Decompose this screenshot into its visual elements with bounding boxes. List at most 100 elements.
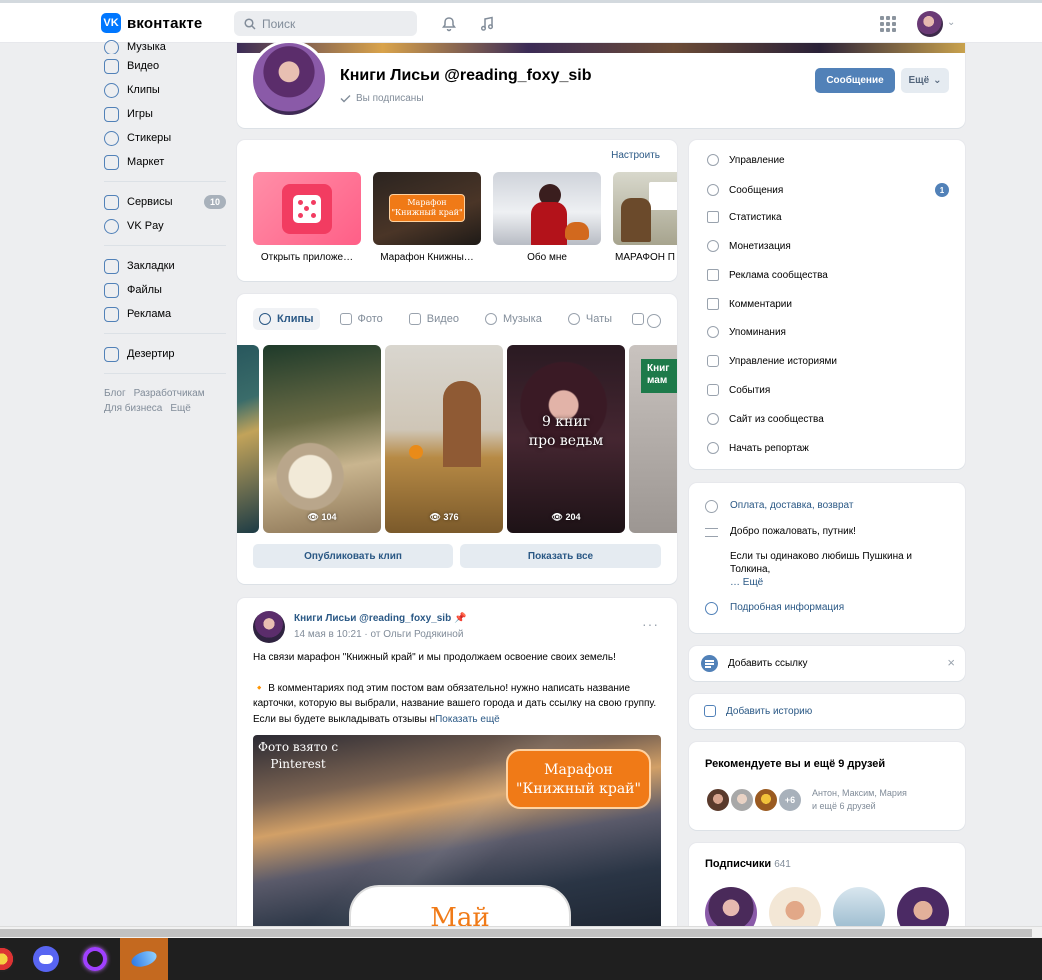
app-tile[interactable]: Обо мне xyxy=(493,172,601,263)
nav-label: Маркет xyxy=(127,156,165,168)
add-story-card[interactable]: Добавить историю xyxy=(689,694,965,729)
menu-item-events[interactable]: События xyxy=(707,384,949,396)
menu-item-monetization[interactable]: Монетизация xyxy=(707,240,949,252)
nav-footer: Блог Разработчикам Для бизнеса Ещё xyxy=(104,386,226,416)
bell-icon[interactable] xyxy=(438,13,460,35)
tab-more[interactable] xyxy=(632,308,645,330)
image-caption: Фото взято с Pinterest xyxy=(258,740,339,771)
subscribed-status[interactable]: Вы подписаны xyxy=(340,93,424,104)
taskbar-active-app-icon[interactable] xyxy=(120,938,168,980)
search-input[interactable]: Поиск xyxy=(234,11,417,36)
search-icon xyxy=(244,17,256,30)
menu-item-manage[interactable]: Управление xyxy=(707,154,949,166)
show-more-link[interactable]: … Ещё xyxy=(730,576,953,589)
shopping-bag-icon xyxy=(104,154,119,170)
recommend-card: Рекомендуете вы и ещё 9 друзей +6 Антон,… xyxy=(689,742,965,830)
discord-icon[interactable] xyxy=(22,938,70,980)
menu-item-site[interactable]: Сайт из сообщества xyxy=(707,413,949,425)
nav-item-services[interactable]: Сервисы 10 xyxy=(104,190,226,214)
subscribers-title[interactable]: Подписчики 641 xyxy=(705,858,791,870)
apps-grid-icon[interactable] xyxy=(880,16,896,32)
clip-item[interactable] xyxy=(237,345,259,533)
os-taskbar xyxy=(0,938,1042,980)
post-author-avatar[interactable] xyxy=(253,611,285,643)
clip-item[interactable]: 👁 104 xyxy=(263,345,381,533)
nav-item-clips[interactable]: Клипы xyxy=(104,78,226,102)
menu-item-stories[interactable]: Управление историями xyxy=(707,355,949,367)
menu-item-comments[interactable]: Комментарии xyxy=(707,298,949,310)
nav-item-vkpay[interactable]: VK Pay xyxy=(104,214,226,238)
add-link-card[interactable]: Добавить ссылку × xyxy=(689,646,965,681)
message-button[interactable]: Сообщение xyxy=(815,68,895,93)
greeting: Добро пожаловать, путник! xyxy=(730,526,856,537)
app-tile[interactable]: МАРАФОН П xyxy=(613,172,677,263)
vk-logo[interactable]: VK вконтакте xyxy=(101,13,202,33)
music-note-icon[interactable] xyxy=(476,13,498,35)
friend-avatar[interactable] xyxy=(705,787,731,813)
nav-item-market[interactable]: Маркет xyxy=(104,150,226,174)
user-avatar[interactable] xyxy=(917,11,943,37)
post-author[interactable]: Книги Лисьи @reading_foxy_sib 📌 xyxy=(294,613,466,624)
nav-item-stickers[interactable]: Стикеры xyxy=(104,126,226,150)
scrollbar-thumb[interactable] xyxy=(0,929,1032,937)
nav-item-bookmarks[interactable]: Закладки xyxy=(104,254,226,278)
nav-item-files[interactable]: Файлы xyxy=(104,278,226,302)
clip-item[interactable]: 👁 376 xyxy=(385,345,503,533)
nav-item-music[interactable]: Музыка xyxy=(104,40,226,54)
menu-item-ads[interactable]: Реклама сообщества xyxy=(707,269,949,281)
tab-clips[interactable]: Клипы xyxy=(253,308,320,330)
show-more-link[interactable]: Показать ещё xyxy=(435,714,500,725)
info-delivery[interactable]: Оплата, доставка, возврат xyxy=(705,499,953,513)
clips-icon xyxy=(259,313,271,325)
nav-item-video[interactable]: Видео xyxy=(104,54,226,78)
publish-clip-button[interactable]: Опубликовать клип xyxy=(253,544,453,568)
footer-link-more[interactable]: Ещё xyxy=(170,403,190,414)
clip-item[interactable]: 9 книг про ведьм 👁 204 xyxy=(507,345,625,533)
diamond-emoji-icon: 🔸 xyxy=(253,682,266,694)
nav-item-ads[interactable]: Реклама xyxy=(104,302,226,326)
post-text: На связи марафон "Книжный край" и мы про… xyxy=(253,650,663,727)
post-date[interactable]: 14 мая в 10:21 · от Ольги Родякиной xyxy=(294,629,463,640)
friends-more-badge[interactable]: +6 xyxy=(777,787,803,813)
tab-video[interactable]: Видео xyxy=(403,308,465,330)
friend-avatar[interactable] xyxy=(729,787,755,813)
messages-badge: 1 xyxy=(935,183,949,197)
cover-image xyxy=(237,43,965,53)
tab-photos[interactable]: Фото xyxy=(334,308,389,330)
subscribers-count: 641 xyxy=(774,859,791,870)
nav-divider xyxy=(104,245,226,246)
app-tile[interactable]: Открыть приложе… xyxy=(253,172,361,263)
footer-link-dev[interactable]: Разработчикам xyxy=(134,388,205,399)
nav-item-deserter[interactable]: Дезертир xyxy=(104,342,226,366)
show-all-button[interactable]: Показать все xyxy=(460,544,661,568)
browser-ring-icon[interactable] xyxy=(71,938,119,980)
menu-label: Статистика xyxy=(729,211,782,223)
footer-link-blog[interactable]: Блог xyxy=(104,388,126,399)
app-tile[interactable]: Марафон "Книжный край" Марафон Книжны… xyxy=(373,172,481,263)
tab-chats[interactable]: Чаты xyxy=(562,308,618,330)
post-menu-icon[interactable]: ··· xyxy=(642,616,659,632)
footer-link-business[interactable]: Для бизнеса xyxy=(104,403,162,414)
details-link[interactable]: Подробная информация xyxy=(730,601,844,615)
info-details[interactable]: Подробная информация xyxy=(705,601,953,615)
tab-label: Клипы xyxy=(277,313,314,325)
configure-link[interactable]: Настроить xyxy=(611,150,660,161)
ruble-icon xyxy=(104,218,119,234)
menu-item-broadcast[interactable]: Начать репортаж xyxy=(707,442,949,454)
community-avatar[interactable] xyxy=(250,40,328,118)
horizontal-scrollbar[interactable] xyxy=(0,926,1042,938)
more-button[interactable]: Ещё ⌄ xyxy=(901,68,949,93)
nav-item-games[interactable]: Игры xyxy=(104,102,226,126)
chevron-down-icon[interactable]: ⌄ xyxy=(947,17,955,28)
app-thumb xyxy=(613,172,677,245)
post-image[interactable]: Фото взято с Pinterest Марафон "Книжный … xyxy=(253,735,661,935)
delivery-link[interactable]: Оплата, доставка, возврат xyxy=(730,499,853,513)
close-icon[interactable]: × xyxy=(947,655,955,670)
menu-item-messages[interactable]: Сообщения 1 xyxy=(707,183,949,197)
settings-gear-icon[interactable] xyxy=(647,314,661,328)
menu-item-mentions[interactable]: Упоминания xyxy=(707,326,949,338)
tab-music[interactable]: Музыка xyxy=(479,308,548,330)
clip-item[interactable]: Книг мам xyxy=(629,345,677,533)
menu-item-stats[interactable]: Статистика xyxy=(707,211,949,223)
friend-avatar[interactable] xyxy=(753,787,779,813)
